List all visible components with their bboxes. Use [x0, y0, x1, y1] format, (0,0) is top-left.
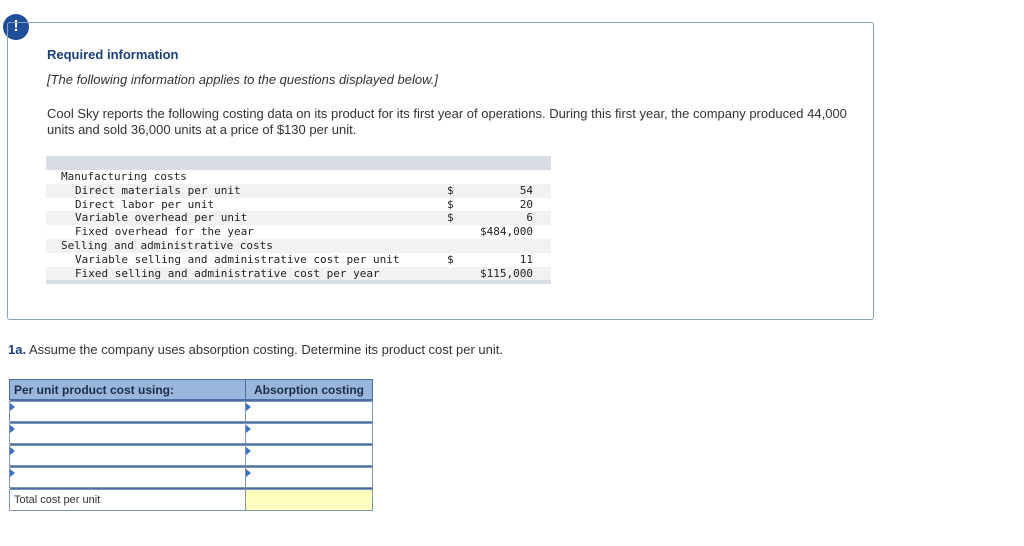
cost-row: Fixed overhead for the year $484,000: [46, 225, 551, 239]
dropdown-arrow-icon: [10, 403, 15, 411]
cost-row: Variable overhead per unit $ 6: [46, 211, 551, 226]
cost-currency: [447, 225, 475, 239]
total-row: Total cost per unit: [9, 489, 373, 511]
required-info-paragraph: Cool Sky reports the following costing d…: [47, 106, 847, 137]
cost-currency: $: [447, 211, 475, 226]
answer-row: [9, 401, 373, 422]
answer-header-absorption: Absorption costing: [245, 379, 373, 400]
cost-amount: $115,000: [475, 266, 533, 281]
dropdown-arrow-icon: [10, 425, 15, 433]
cost-currency: $: [447, 197, 454, 211]
selling-admin-costs-heading: Selling and administrative costs: [46, 238, 447, 253]
cost-amount: 54: [475, 183, 533, 198]
cost-item-dropdown[interactable]: [9, 467, 246, 488]
cost-label: Fixed selling and administrative cost pe…: [46, 266, 447, 281]
answer-header-label: Per unit product cost using:: [9, 379, 246, 400]
cost-currency: [447, 266, 475, 281]
cost-amount: 20: [519, 197, 533, 211]
cost-amount: $484,000: [480, 225, 533, 239]
dropdown-arrow-icon: [10, 469, 15, 477]
cost-label: Variable overhead per unit: [46, 211, 447, 226]
cost-currency: $: [447, 183, 475, 198]
cost-currency: $: [447, 252, 454, 266]
total-cost-field[interactable]: [245, 489, 373, 511]
required-info-title: Required information: [47, 47, 179, 62]
answer-table: Per unit product cost using: Absorption …: [9, 379, 373, 511]
cost-amount-input[interactable]: [245, 467, 373, 488]
cost-row: Direct labor per unit $ 20: [46, 198, 551, 212]
cost-item-dropdown[interactable]: [9, 401, 246, 422]
cost-amount-input[interactable]: [245, 401, 373, 422]
cost-label: Variable selling and administrative cost…: [75, 252, 400, 266]
manufacturing-costs-heading: Manufacturing costs: [61, 170, 187, 183]
cost-amount: 11: [519, 252, 533, 266]
dropdown-arrow-icon: [246, 469, 251, 477]
cost-label: Direct materials per unit: [46, 183, 447, 198]
answer-row: [9, 445, 373, 466]
dropdown-arrow-icon: [246, 447, 251, 455]
total-cost-label: Total cost per unit: [9, 489, 246, 511]
costing-data-table: Manufacturing costs Direct materials per…: [46, 156, 551, 285]
cost-amount-input[interactable]: [245, 445, 373, 466]
cost-row: Direct materials per unit $ 54: [46, 183, 551, 198]
cost-row: Variable selling and administrative cost…: [46, 253, 551, 267]
dropdown-arrow-icon: [246, 425, 251, 433]
answer-row: [9, 423, 373, 444]
cost-item-dropdown[interactable]: [9, 445, 246, 466]
dropdown-arrow-icon: [10, 447, 15, 455]
cost-amount-input[interactable]: [245, 423, 373, 444]
cost-label: Direct labor per unit: [75, 197, 215, 211]
question-number: 1a.: [8, 342, 27, 357]
cost-label: Fixed overhead for the year: [75, 225, 254, 239]
required-info-subtitle: [The following information applies to th…: [47, 72, 438, 87]
answer-row: [9, 467, 373, 488]
cost-item-dropdown[interactable]: [9, 423, 246, 444]
question-1a: 1a. Assume the company uses absorption c…: [8, 342, 503, 357]
question-text: Assume the company uses absorption costi…: [26, 342, 503, 357]
dropdown-arrow-icon: [246, 403, 251, 411]
cost-amount: 6: [475, 211, 533, 226]
cost-row: Fixed selling and administrative cost pe…: [46, 266, 551, 281]
